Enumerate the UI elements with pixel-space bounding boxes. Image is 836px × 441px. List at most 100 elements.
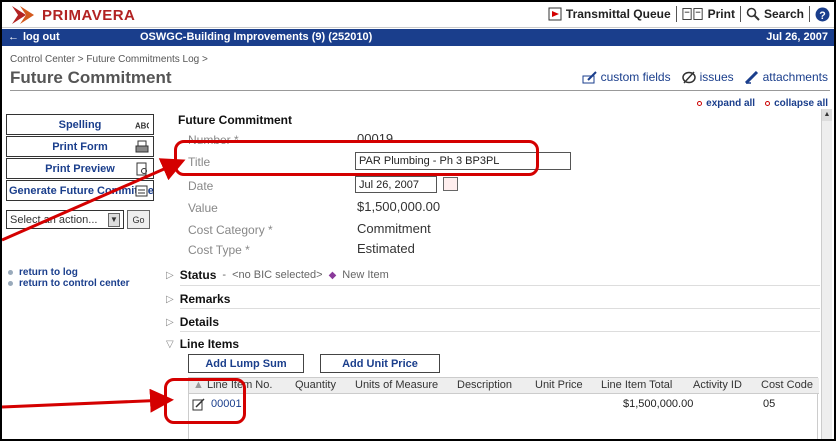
spelling-label: Spelling — [58, 118, 102, 131]
transmittal-label: Transmittal Queue — [565, 7, 671, 21]
line-item-cost-code: 05 — [763, 398, 776, 410]
action-select-value: Select an action... — [10, 213, 98, 226]
chevron-right-icon: ▷ — [166, 316, 174, 328]
search-link[interactable]: Search — [746, 7, 804, 21]
expand-collapse-controls: expand all collapse all — [697, 98, 828, 109]
custom-fields-link[interactable]: custom fields — [582, 70, 671, 84]
col-activity-id[interactable]: Activity ID — [693, 379, 742, 391]
calendar-icon[interactable] — [443, 177, 458, 191]
form-heading: Future Commitment — [178, 113, 292, 127]
attachments-label: attachments — [762, 70, 828, 84]
logout-link[interactable]: ← log out — [8, 31, 60, 43]
title-input[interactable]: PAR Plumbing - Ph 3 BP3PL — [355, 152, 571, 170]
bullet-icon — [8, 281, 13, 286]
bullet-icon — [8, 270, 13, 275]
collapse-all-label: collapse all — [774, 98, 828, 109]
sidebar-buttons: Spelling ABC Print Form Print Preview Ge… — [6, 114, 154, 202]
cost-category-value: Commitment — [357, 221, 431, 236]
spelling-button[interactable]: Spelling ABC — [6, 114, 154, 135]
search-icon — [746, 7, 760, 21]
project-name: OSWGC-Building Improvements (9) (252010) — [140, 31, 373, 43]
help-button[interactable]: ? — [815, 7, 830, 22]
number-value: 00019 — [357, 131, 394, 146]
transmittal-queue-link[interactable]: Transmittal Queue — [548, 7, 671, 21]
print-link[interactable]: Print — [682, 7, 735, 21]
generate-label: Generate Future Commitme — [9, 184, 154, 197]
details-label: Details — [179, 315, 220, 329]
custom-fields-icon — [582, 70, 597, 83]
print-preview-button[interactable]: Print Preview — [6, 158, 154, 179]
divider — [809, 6, 810, 22]
line-items-label: Line Items — [179, 337, 240, 351]
print-form-label: Print Form — [52, 140, 108, 153]
chevron-down-icon: ▽ — [166, 338, 174, 350]
issues-icon — [681, 70, 696, 84]
return-to-log-label: return to log — [19, 267, 78, 278]
status-bic: <no BIC selected> — [232, 269, 323, 281]
sidebar-links: return to log return to control center — [8, 267, 130, 289]
attachments-link[interactable]: attachments — [744, 70, 828, 84]
spell-check-icon: ABC — [135, 122, 149, 131]
number-label: Number * — [188, 133, 239, 147]
col-quantity[interactable]: Quantity — [295, 379, 336, 391]
divider — [675, 6, 677, 22]
col-unit-price[interactable]: Unit Price — [535, 379, 583, 391]
vertical-scrollbar[interactable]: ▲ — [821, 109, 832, 439]
print-icon — [682, 8, 703, 20]
breadcrumb[interactable]: Control Center > Future Commitments Log … — [10, 54, 208, 65]
title-label: Title — [188, 155, 211, 169]
dropdown-arrow-icon: ▼ — [108, 212, 120, 227]
status-label: Status — [179, 268, 217, 282]
expand-all-link[interactable]: expand all — [697, 98, 755, 109]
divider — [739, 6, 741, 22]
col-line-item-no[interactable]: Line Item No. — [207, 379, 272, 391]
generate-future-commitment-button[interactable]: Generate Future Commitme — [6, 180, 154, 201]
help-icon: ? — [815, 7, 830, 21]
browser-frame: PRIMAVERA Transmittal Queue Print Search… — [0, 0, 836, 441]
line-item-number-link[interactable]: 00001 — [211, 398, 242, 410]
edit-icon[interactable] — [192, 398, 205, 411]
generate-icon — [135, 185, 148, 197]
action-select-group: Select an action... ▼ Go — [6, 210, 150, 229]
go-button[interactable]: Go — [127, 210, 150, 229]
return-to-control-center-link[interactable]: return to control center — [8, 278, 130, 289]
cost-type-label: Cost Type * — [188, 243, 250, 257]
action-select[interactable]: Select an action... ▼ — [6, 210, 124, 229]
col-cost-code[interactable]: Cost Code — [761, 379, 813, 391]
issues-link[interactable]: issues — [681, 70, 734, 84]
nav-bar: ← log out OSWGC-Building Improvements (9… — [2, 29, 834, 46]
issues-label: issues — [699, 70, 734, 84]
header-actions: custom fields issues attachments — [582, 70, 828, 84]
col-line-item-total[interactable]: Line Item Total — [601, 379, 672, 391]
section-divider — [180, 331, 820, 332]
line-item-total: $1,500,000.00 — [623, 398, 694, 410]
cost-type-value: Estimated — [357, 241, 415, 256]
date-input[interactable]: Jul 26, 2007 — [355, 176, 437, 193]
details-section-toggle[interactable]: ▷ Details — [166, 315, 219, 329]
add-lump-sum-button[interactable]: Add Lump Sum — [188, 354, 304, 373]
print-form-button[interactable]: Print Form — [6, 136, 154, 157]
col-description[interactable]: Description — [457, 379, 512, 391]
transmittal-icon — [548, 7, 562, 21]
chevron-right-icon: ▷ — [166, 269, 174, 281]
sort-arrow-icon[interactable]: ▲ — [193, 379, 204, 391]
collapse-all-link[interactable]: collapse all — [765, 98, 828, 109]
brand-name: PRIMAVERA — [42, 6, 136, 24]
search-label: Search — [763, 7, 804, 21]
print-preview-icon — [136, 162, 147, 176]
svg-text:ABC: ABC — [135, 122, 149, 131]
help-glyph: ? — [819, 9, 826, 21]
cost-category-label: Cost Category * — [188, 223, 273, 237]
table-header: ▲ Line Item No. Quantity Units of Measur… — [189, 378, 819, 394]
expand-all-label: expand all — [706, 98, 756, 109]
line-items-section-toggle[interactable]: ▽ Line Items — [166, 337, 239, 351]
add-unit-price-button[interactable]: Add Unit Price — [320, 354, 440, 373]
custom-fields-label: custom fields — [600, 70, 671, 84]
remarks-section-toggle[interactable]: ▷ Remarks — [166, 292, 230, 306]
col-units-of-measure[interactable]: Units of Measure — [355, 379, 438, 391]
scroll-up-icon[interactable]: ▲ — [822, 109, 832, 121]
line-item-arrow — [2, 388, 174, 413]
primavera-logo: PRIMAVERA — [12, 6, 135, 24]
status-section-toggle[interactable]: ▷ Status - <no BIC selected> ◆ New Item — [166, 268, 389, 282]
return-to-log-link[interactable]: return to log — [8, 267, 130, 278]
